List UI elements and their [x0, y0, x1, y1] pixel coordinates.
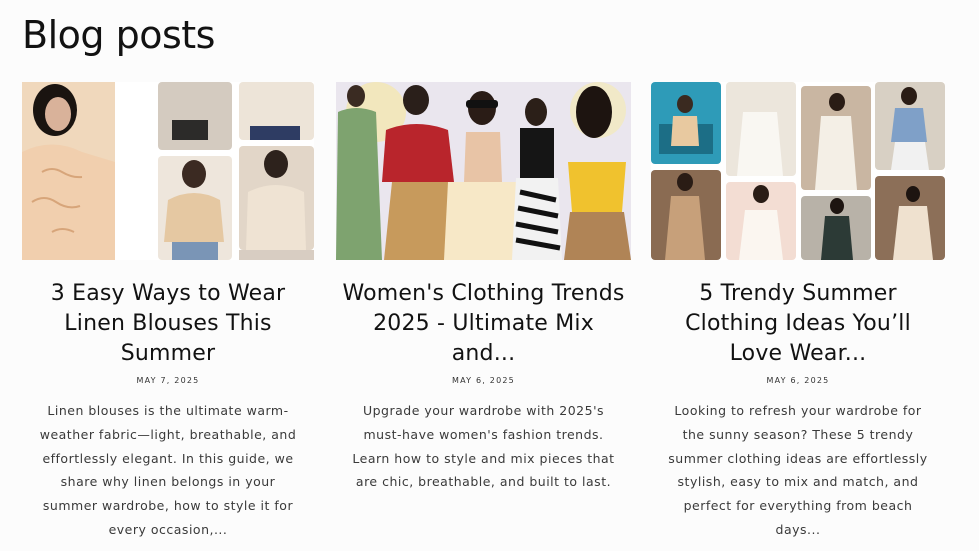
blog-post-card[interactable]: Women's Clothing Trends 2025 - Ultimate … — [336, 82, 631, 494]
post-excerpt: Linen blouses is the ultimate warm-weath… — [39, 403, 297, 537]
post-thumbnail-image[interactable] — [22, 82, 314, 260]
post-thumbnail-image[interactable] — [336, 82, 631, 260]
post-title[interactable]: 5 Trendy Summer Clothing Ideas You’ll Lo… — [651, 279, 945, 369]
post-title[interactable]: Women's Clothing Trends 2025 - Ultimate … — [336, 279, 631, 369]
blog-post-card[interactable]: 3 Easy Ways to Wear Linen Blouses This S… — [22, 82, 314, 542]
post-excerpt: Upgrade your wardrobe with 2025's must-h… — [352, 403, 615, 490]
post-excerpt: Looking to refresh your wardrobe for the… — [668, 403, 928, 537]
post-title[interactable]: 3 Easy Ways to Wear Linen Blouses This S… — [22, 279, 314, 369]
post-thumbnail-image[interactable] — [651, 82, 945, 260]
page-title: Blog posts — [22, 13, 215, 57]
blog-post-card[interactable]: 5 Trendy Summer Clothing Ideas You’ll Lo… — [651, 82, 945, 542]
post-date: MAY 6, 2025 — [766, 376, 830, 385]
post-date: MAY 7, 2025 — [136, 376, 200, 385]
post-date: MAY 6, 2025 — [452, 376, 515, 385]
